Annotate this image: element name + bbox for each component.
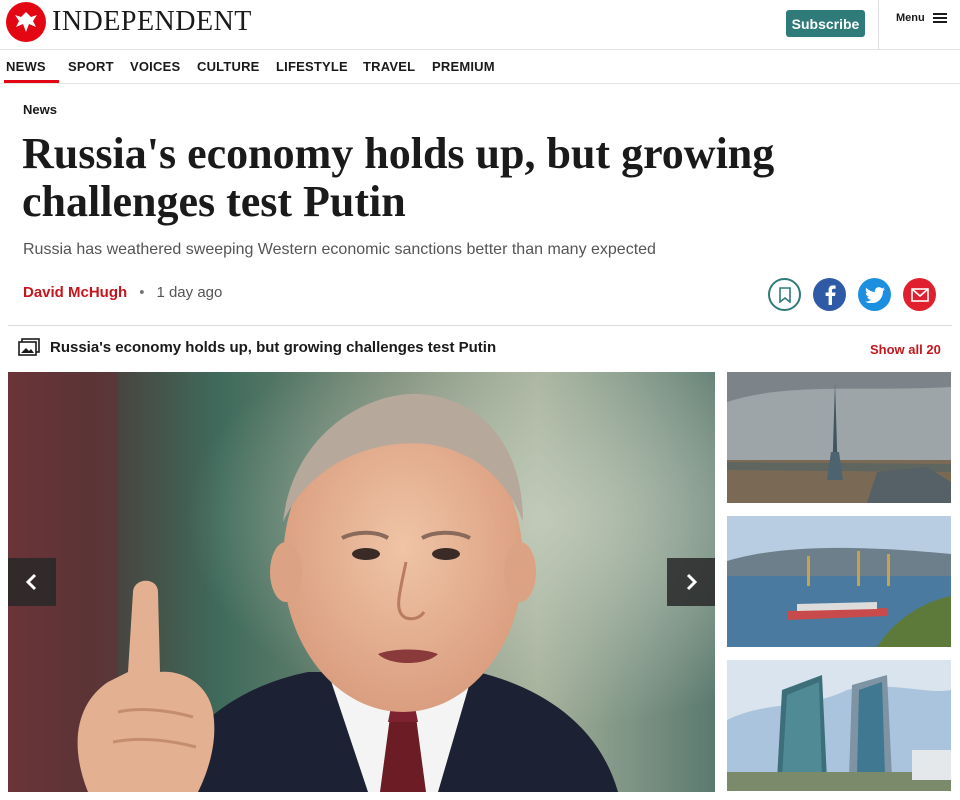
facebook-icon [825, 284, 836, 305]
publish-time: 1 day ago [156, 284, 223, 301]
gallery-icon [18, 338, 40, 356]
show-all-link[interactable]: Show all 20 [870, 342, 941, 357]
author-link[interactable]: David McHugh [23, 284, 127, 301]
subscribe-button[interactable]: Subscribe [786, 10, 865, 37]
header-divider [878, 0, 879, 50]
section-label[interactable]: News [23, 102, 57, 117]
nav-item-premium[interactable]: PREMIUM [432, 59, 495, 74]
tower-skyline-thumbnail [727, 372, 951, 503]
byline: David McHugh • 1 day ago [23, 284, 222, 301]
gallery-next-button[interactable] [667, 558, 715, 606]
chevron-right-icon [686, 573, 698, 591]
article-standfirst: Russia has weathered sweeping Western ec… [23, 241, 656, 258]
nav-active-indicator [4, 80, 59, 83]
email-share-button[interactable] [903, 278, 936, 311]
site-header: INDEPENDENT Subscribe Menu [0, 0, 960, 50]
speaker-photo [8, 372, 715, 792]
byline-separator: • [139, 284, 145, 301]
nav-item-sport[interactable]: SPORT [68, 59, 114, 74]
bookmark-icon [778, 286, 791, 303]
gallery-header: Russia's economy holds up, but growing c… [18, 338, 496, 356]
article-headline: Russia's economy holds up, but growing c… [22, 129, 775, 226]
gallery-thumbnail[interactable] [727, 660, 951, 791]
chevron-left-icon [25, 573, 37, 591]
nav-item-voices[interactable]: VOICES [130, 59, 180, 74]
menu-label: Menu [896, 12, 925, 24]
nav-item-travel[interactable]: TRAVEL [363, 59, 415, 74]
nav-item-lifestyle[interactable]: LIFESTYLE [276, 59, 348, 74]
menu-button[interactable]: Menu [896, 12, 947, 24]
office-buildings-thumbnail [727, 660, 951, 791]
gallery-thumbnail[interactable] [727, 372, 951, 503]
port-cranes-thumbnail [727, 516, 951, 647]
section-nav: NEWS SPORT VOICES CULTURE LIFESTYLE TRAV… [0, 50, 960, 84]
gallery-thumbnail[interactable] [727, 516, 951, 647]
bookmark-button[interactable] [768, 278, 801, 311]
gallery-main-image[interactable] [8, 372, 715, 792]
facebook-share-button[interactable] [813, 278, 846, 311]
twitter-icon [864, 286, 885, 303]
hamburger-icon [932, 12, 947, 24]
twitter-share-button[interactable] [858, 278, 891, 311]
nav-item-news[interactable]: NEWS [6, 59, 46, 74]
site-logo[interactable]: INDEPENDENT [6, 2, 252, 42]
section-divider [8, 325, 952, 326]
gallery-prev-button[interactable] [8, 558, 56, 606]
eagle-logo-icon [6, 2, 46, 42]
nav-item-culture[interactable]: CULTURE [197, 59, 260, 74]
email-icon [910, 287, 929, 302]
gallery-title: Russia's economy holds up, but growing c… [50, 338, 497, 356]
logo-wordmark: INDEPENDENT [52, 6, 252, 37]
